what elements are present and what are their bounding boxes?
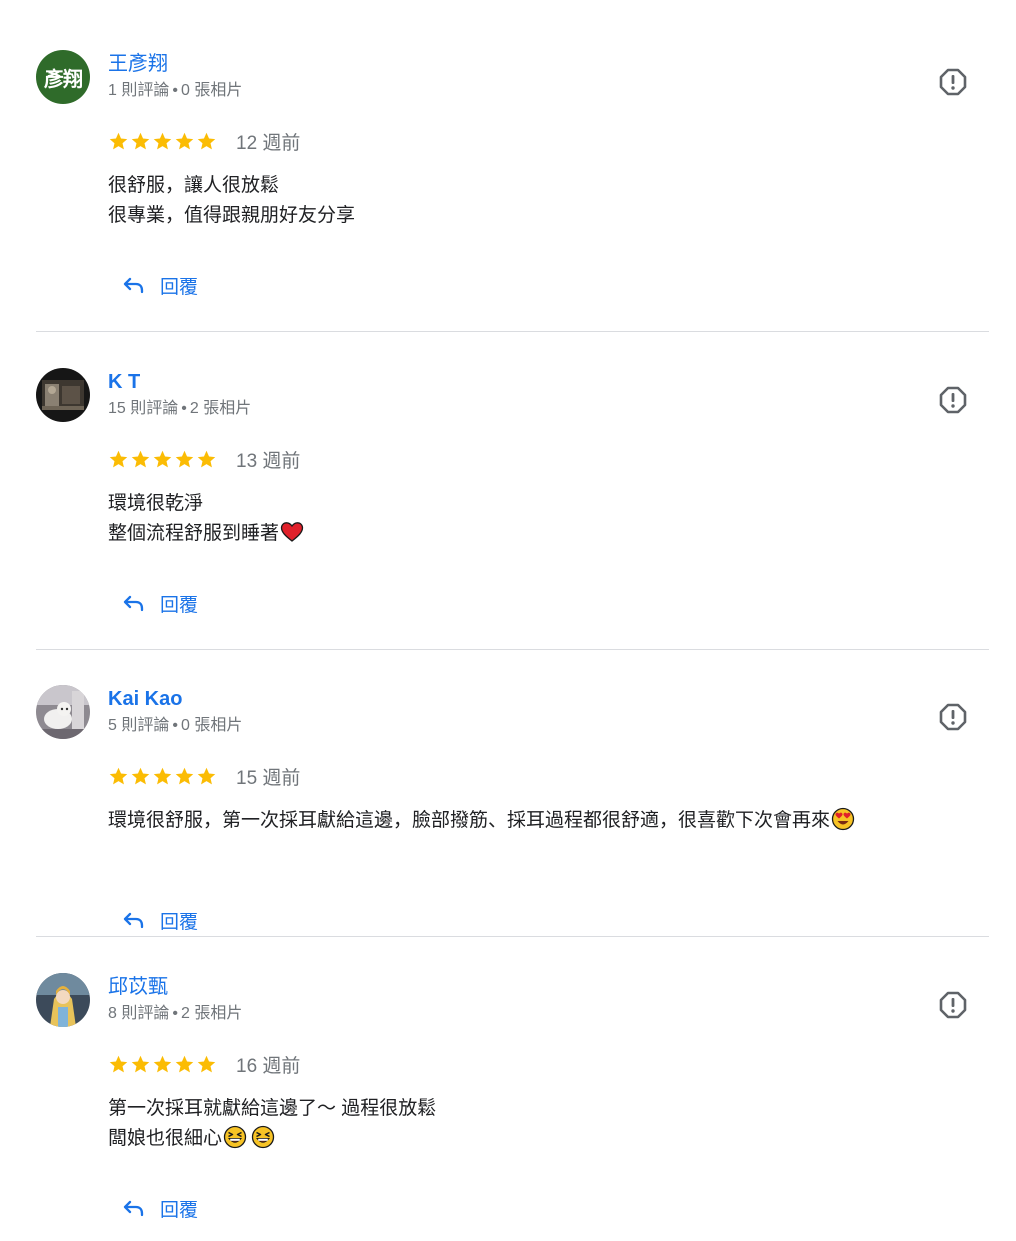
avatar-photo [36,368,90,422]
photo-count: 0 張相片 [180,717,243,734]
review-count: 1 則評論 [108,82,170,99]
report-icon[interactable] [938,702,968,732]
review-card: Kai Kao 5 則評論 • 0 張相片 15 週前 環境很舒服，第一次採耳獻給這… [0,635,1016,953]
reviewer-stats: 15 則評論 • 2 張相片 [108,400,252,417]
star-icon [131,132,150,149]
review-text-line: 整個流程舒服到睡著 [108,523,280,544]
avatar[interactable] [36,973,90,1027]
review-text-line: 很舒服，讓人很放鬆 [108,175,280,196]
photo-count: 0 張相片 [180,82,243,99]
review-text-line: 第一次採耳就獻給這邊了～ 過程很放鬆 [108,1098,437,1119]
reviewer-stats: 1 則評論 • 0 張相片 [108,82,243,99]
rating-row: 15 週前 [108,763,300,789]
star-icon [109,450,128,467]
photo-count: 2 張相片 [180,1005,243,1022]
report-icon[interactable] [938,67,968,97]
star-icon [197,132,216,149]
star-rating [108,449,217,470]
review-count: 15 則評論 [108,400,179,417]
rating-row: 12 週前 [108,128,300,154]
star-icon [153,1055,172,1072]
review-text: 環境很乾淨 整個流程舒服到睡著 [108,489,304,549]
reply-button[interactable]: 回覆 [122,1193,198,1223]
star-icon [175,767,194,784]
reply-button[interactable]: 回覆 [122,588,198,618]
reply-label: 回覆 [160,276,199,298]
star-icon [153,450,172,467]
grinning-squinting-emoji-icon [251,1125,275,1149]
star-rating [108,766,217,787]
reviewer-name[interactable]: K T [108,370,140,394]
review-text-line-with-emoji: 闆娘也很細心 [108,1124,436,1154]
review-text: 很舒服，讓人很放鬆 很專業，值得跟親朋好友分享 [108,171,355,231]
reviews-list: 彥翔 王彥翔 1 則評論 • 0 張相片 12 週前 很舒服，讓人很放鬆 很專業，值… [0,0,1016,1241]
reviewer-stats: 5 則評論 • 0 張相片 [108,717,243,734]
reviewer-name[interactable]: Kai Kao [108,687,182,711]
star-icon [175,1055,194,1072]
star-icon [109,132,128,149]
review-time: 13 週前 [236,450,301,472]
star-rating [108,1054,217,1075]
star-icon [131,450,150,467]
heart-emoji-icon [280,522,304,542]
review-text-line: 環境很乾淨 [108,493,204,514]
star-icon [109,1055,128,1072]
avatar[interactable]: 彥翔 [36,50,90,104]
review-text-line-with-emoji: 環境很舒服，第一次採耳獻給這邊，臉部撥筋、採耳過程都很舒適，很喜歡下次會再來 [108,806,855,836]
star-icon [197,450,216,467]
review-text-line-with-emoji: 整個流程舒服到睡著 [108,519,304,549]
review-text-line: 很專業，值得跟親朋好友分享 [108,205,356,226]
star-icon [109,767,128,784]
review-card: 彥翔 王彥翔 1 則評論 • 0 張相片 12 週前 很舒服，讓人很放鬆 很專業，值… [0,0,1016,318]
rating-row: 16 週前 [108,1051,300,1077]
review-count: 8 則評論 [108,1005,170,1022]
review-card: 邱苡甄 8 則評論 • 2 張相片 16 週前 第一次採耳就獻給這邊了～ 過程很放鬆… [0,923,1016,1241]
star-icon [197,767,216,784]
review-time: 16 週前 [236,1055,301,1077]
star-icon [153,132,172,149]
review-card: K T 15 則評論•2 張相片 13 週前 環境很乾淨 整個流程舒服到睡著 [0,318,1016,636]
reply-icon [123,277,144,294]
avatar-photo [36,685,90,739]
reviewer-name[interactable]: 王彥翔 [108,52,168,76]
review-time: 15 週前 [236,767,301,789]
star-icon [175,450,194,467]
grinning-squinting-emoji-icon [223,1125,247,1149]
reply-icon [123,1200,144,1217]
reviewer-name[interactable]: 邱苡甄 [108,975,168,999]
report-icon[interactable] [938,990,968,1020]
avatar-photo [36,973,90,1027]
review-text-line: 環境很舒服，第一次採耳獻給這邊，臉部撥筋、採耳過程都很舒適，很喜歡下次會再來 [108,810,831,831]
review-text: 環境很舒服，第一次採耳獻給這邊，臉部撥筋、採耳過程都很舒適，很喜歡下次會再來 [108,806,855,836]
rating-row: 13 週前 [108,446,300,472]
avatar[interactable] [36,685,90,739]
star-rating [108,131,217,152]
review-time: 12 週前 [236,132,301,154]
star-icon [131,767,150,784]
star-icon [131,1055,150,1072]
review-text: 第一次採耳就獻給這邊了～ 過程很放鬆 闆娘也很細心 [108,1094,436,1154]
report-icon[interactable] [938,385,968,415]
reviewer-stats: 8 則評論 • 2 張相片 [108,1005,243,1022]
avatar[interactable] [36,368,90,422]
review-text-line: 闆娘也很細心 [108,1128,223,1149]
star-icon [175,132,194,149]
photo-count: 2 張相片 [189,400,252,417]
star-icon [153,767,172,784]
reply-label: 回覆 [160,1199,199,1221]
heart-eyes-emoji-icon [831,807,855,831]
reply-label: 回覆 [160,594,199,616]
review-count: 5 則評論 [108,717,170,734]
reply-icon [123,595,144,612]
reply-button[interactable]: 回覆 [122,270,198,300]
star-icon [197,1055,216,1072]
